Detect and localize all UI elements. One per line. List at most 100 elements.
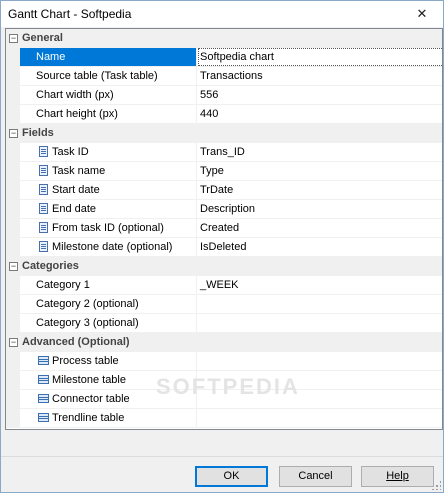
close-icon[interactable]: ✕ [407, 3, 437, 25]
property-label-cell: End date [20, 200, 197, 218]
property-label-cell: Process table [20, 352, 197, 370]
property-label-cell: Task ID [20, 143, 197, 161]
row-gutter [6, 181, 20, 200]
property-process-table[interactable]: Process table [6, 352, 442, 371]
row-gutter [6, 295, 20, 314]
property-grid[interactable]: − General Name Softpedia chart Source ta… [5, 28, 443, 430]
watermark: SOFTPEDIA [156, 374, 300, 399]
property-value[interactable]: Created [198, 219, 442, 237]
property-label: Process table [52, 355, 119, 367]
field-icon [39, 165, 48, 176]
title-bar[interactable]: Gantt Chart - Softpedia ✕ [1, 1, 443, 27]
property-label: From task ID (optional) [52, 222, 164, 234]
row-gutter [6, 371, 20, 390]
property-start-date[interactable]: Start date TrDate [6, 181, 442, 200]
field-icon [39, 146, 48, 157]
gantt-chart-dialog: Gantt Chart - Softpedia ✕ − General Name… [0, 0, 444, 493]
property-value[interactable] [198, 314, 442, 332]
property-from-task-id[interactable]: From task ID (optional) Created [6, 219, 442, 238]
property-label: Name [20, 48, 197, 66]
property-source-table[interactable]: Source table (Task table) Transactions [6, 67, 442, 86]
property-end-date[interactable]: End date Description [6, 200, 442, 219]
ok-button[interactable]: OK [195, 466, 268, 487]
property-value[interactable]: IsDeleted [198, 238, 442, 256]
property-chart-width[interactable]: Chart width (px) 556 [6, 86, 442, 105]
row-gutter [6, 352, 20, 371]
property-label: Milestone date (optional) [52, 241, 173, 253]
property-label-cell: Task name [20, 162, 197, 180]
property-category-1[interactable]: Category 1 _WEEK [6, 276, 442, 295]
property-task-name[interactable]: Task name Type [6, 162, 442, 181]
property-label: Source table (Task table) [20, 67, 197, 85]
category-label: General [22, 32, 63, 44]
property-trendline-table[interactable]: Trendline table [6, 409, 442, 428]
property-value[interactable]: Softpedia chart [198, 48, 442, 66]
property-chart-height[interactable]: Chart height (px) 440 [6, 105, 442, 124]
collapse-icon[interactable]: − [9, 262, 18, 271]
collapse-icon[interactable]: − [9, 338, 18, 347]
field-icon [39, 241, 48, 252]
row-gutter [6, 390, 20, 409]
property-label: Category 2 (optional) [20, 295, 197, 313]
property-value[interactable]: 556 [198, 86, 442, 104]
row-gutter [6, 48, 20, 67]
window-title: Gantt Chart - Softpedia [8, 7, 132, 21]
property-label: Connector table [52, 393, 130, 405]
property-label-cell: Milestone date (optional) [20, 238, 197, 256]
help-button[interactable]: Help [361, 466, 434, 487]
table-icon [38, 375, 49, 384]
property-category-2[interactable]: Category 2 (optional) [6, 295, 442, 314]
category-label: Categories [22, 260, 79, 272]
property-value[interactable]: TrDate [198, 181, 442, 199]
property-value[interactable]: Transactions [198, 67, 442, 85]
property-label: End date [52, 203, 97, 215]
row-gutter [6, 238, 20, 257]
table-icon [38, 356, 49, 365]
row-gutter [6, 67, 20, 86]
property-task-id[interactable]: Task ID Trans_ID [6, 143, 442, 162]
property-label: Trendline table [52, 412, 125, 424]
property-value[interactable]: 440 [198, 105, 442, 123]
property-value[interactable]: Description [198, 200, 442, 218]
property-label: Category 1 [20, 276, 197, 294]
collapse-icon[interactable]: − [9, 34, 18, 43]
property-label: Start date [52, 184, 100, 196]
property-label-cell: Trendline table [20, 409, 197, 427]
property-label: Chart height (px) [20, 105, 197, 123]
table-icon [38, 394, 49, 403]
button-bar: OK Cancel Help [1, 457, 443, 492]
category-label: Advanced (Optional) [22, 336, 130, 348]
property-label: Task name [52, 165, 106, 177]
property-label: Chart width (px) [20, 86, 197, 104]
property-value[interactable] [198, 352, 442, 370]
property-value[interactable]: Type [198, 162, 442, 180]
property-category-3[interactable]: Category 3 (optional) [6, 314, 442, 333]
field-icon [39, 203, 48, 214]
row-gutter [6, 86, 20, 105]
row-gutter [6, 276, 20, 295]
row-gutter [6, 219, 20, 238]
row-gutter [6, 105, 20, 124]
property-label-cell: From task ID (optional) [20, 219, 197, 237]
property-label: Task ID [52, 146, 89, 158]
field-icon [39, 222, 48, 233]
property-value[interactable] [198, 409, 442, 427]
row-gutter [6, 200, 20, 219]
property-milestone-date[interactable]: Milestone date (optional) IsDeleted [6, 238, 442, 257]
property-value[interactable]: Trans_ID [198, 143, 442, 161]
category-advanced[interactable]: − Advanced (Optional) [6, 333, 442, 352]
row-gutter [6, 162, 20, 181]
collapse-icon[interactable]: − [9, 129, 18, 138]
property-name[interactable]: Name Softpedia chart [6, 48, 442, 67]
table-icon [38, 413, 49, 422]
property-value[interactable]: _WEEK [198, 276, 442, 294]
row-gutter [6, 143, 20, 162]
category-general[interactable]: − General [6, 29, 442, 48]
category-categories[interactable]: − Categories [6, 257, 442, 276]
field-icon [39, 184, 48, 195]
property-value[interactable] [198, 295, 442, 313]
row-gutter [6, 409, 20, 428]
cancel-button[interactable]: Cancel [279, 466, 352, 487]
category-fields[interactable]: − Fields [6, 124, 442, 143]
property-label: Category 3 (optional) [20, 314, 197, 332]
